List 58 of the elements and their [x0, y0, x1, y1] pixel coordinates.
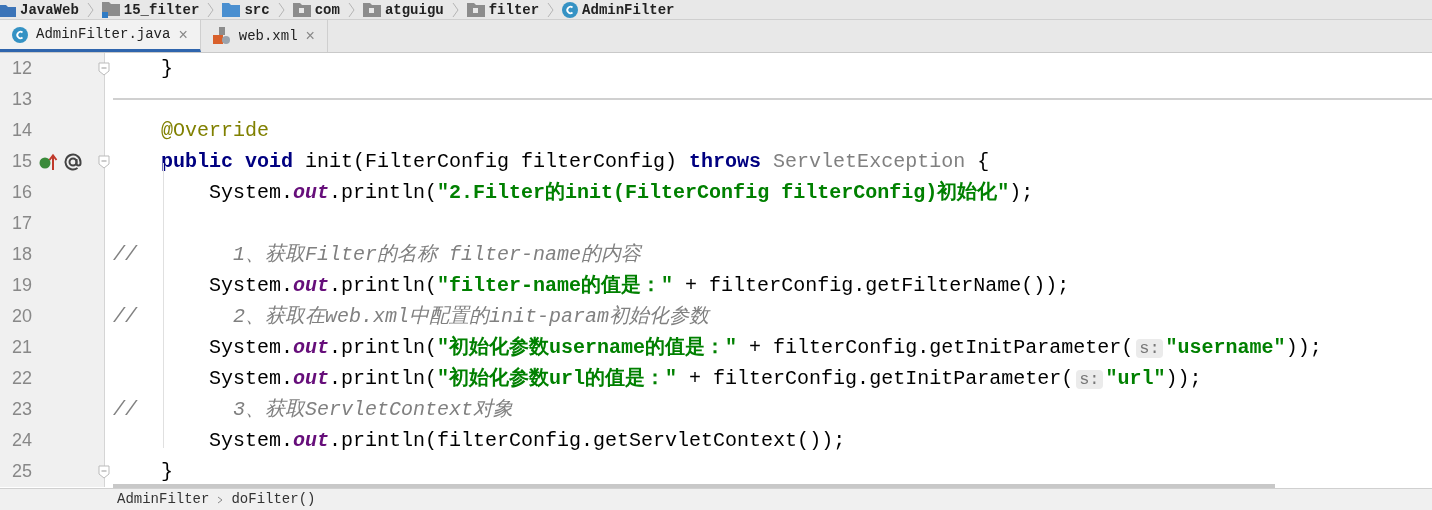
chevron-icon — [347, 1, 355, 18]
line-number: 14 — [12, 119, 34, 142]
line-number: 25 — [12, 460, 34, 483]
breadcrumb-item[interactable]: src — [244, 1, 270, 18]
annotation-icon[interactable] — [63, 151, 83, 172]
code-line: // 2、获取在web.xml中配置的init-param初始化参数 — [113, 303, 710, 330]
breadcrumb-item[interactable]: filter — [488, 1, 540, 18]
fold-icon[interactable] — [98, 61, 110, 76]
breadcrumb-item[interactable]: AdminFilter — [117, 489, 210, 510]
class-icon — [562, 1, 579, 18]
line-number: 16 — [12, 181, 34, 204]
scrollbar-thumb[interactable] — [113, 484, 1275, 488]
line-number: 18 — [12, 243, 34, 266]
line-number: 15 — [12, 150, 34, 173]
breadcrumb-item[interactable]: 15_filter — [123, 1, 200, 18]
code-line: } — [160, 458, 173, 485]
line-number: 23 — [12, 398, 34, 421]
code-line: public void init(FilterConfig filterConfig) throws ServletException { — [160, 148, 990, 175]
line-number: 13 — [12, 88, 34, 111]
chevron-icon — [207, 1, 215, 18]
chevron-icon — [451, 1, 459, 18]
line-number: 22 — [12, 367, 34, 390]
line-number: 21 — [12, 336, 34, 359]
code-line: // 3、获取ServletContext对象 — [113, 396, 514, 423]
chevron-icon — [277, 1, 285, 18]
code-line: } — [160, 55, 173, 82]
line-number: 24 — [12, 429, 34, 452]
fold-icon[interactable] — [98, 154, 110, 169]
breadcrumb-item[interactable]: atguigu — [384, 1, 444, 18]
xml-file-icon — [212, 27, 231, 45]
breadcrumb-item[interactable]: AdminFilter — [582, 1, 675, 18]
parameter-hint: s: — [1076, 369, 1103, 389]
folder-icon — [222, 2, 241, 17]
code-line: System.out.println("filter-name的值是：" + filterConfig.getFilterName()); — [208, 272, 1070, 299]
line-number: 17 — [12, 212, 34, 235]
module-icon — [101, 1, 120, 18]
editor-tab[interactable]: web.xml × — [200, 20, 328, 52]
code-line: System.out.println("初始化参数url的值是：" + filterConfig.getInitParameter( s: "url")); — [208, 365, 1202, 392]
code-line: System.out.println(filterConfig.getServletContext()); — [208, 427, 846, 454]
chevron-icon — [217, 495, 224, 504]
breadcrumb-item[interactable]: doFilter() — [231, 489, 316, 510]
code-line: @Override — [160, 117, 270, 144]
breadcrumb-item[interactable]: com — [314, 1, 340, 18]
breadcrumb-item[interactable]: JavaWeb — [20, 1, 79, 18]
fold-icon[interactable] — [98, 464, 110, 479]
line-number: 19 — [12, 274, 34, 297]
chevron-icon — [86, 1, 94, 18]
class-icon — [12, 26, 28, 43]
code-line: // 1、获取Filter的名称 filter-name的内容 — [113, 241, 642, 268]
editor-tab[interactable]: AdminFilter.java × — [0, 20, 201, 52]
folder-icon — [0, 2, 16, 17]
chevron-icon — [547, 1, 555, 18]
code-line: System.out.println("初始化参数username的值是：" + filterConfig.getInitParameter( s: "username")); — [208, 334, 1322, 361]
override-icon[interactable] — [39, 152, 59, 171]
line-number: 20 — [12, 305, 34, 328]
parameter-hint: s: — [1136, 338, 1163, 358]
code-line: System.out.println("2.Filter的init(FilterConfig filterConfig)初始化"); — [208, 179, 1034, 206]
line-number: 12 — [12, 57, 34, 80]
